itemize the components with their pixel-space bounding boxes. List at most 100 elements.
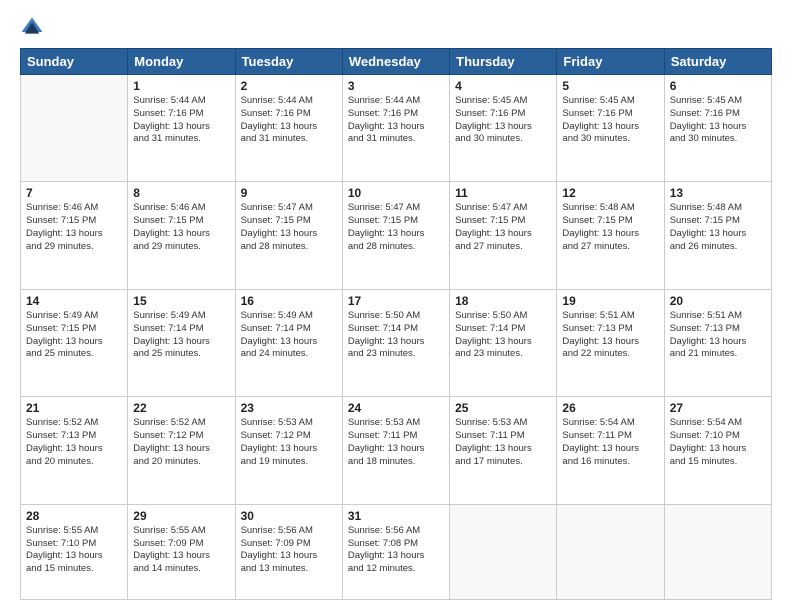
day-info: Sunrise: 5:45 AMSunset: 7:16 PMDaylight:… (562, 95, 658, 146)
day-number: 17 (348, 294, 444, 308)
calendar-cell: 23 Sunrise: 5:53 AMSunset: 7:12 PMDayligh… (235, 397, 342, 504)
day-info: Sunrise: 5:46 AMSunset: 7:15 PMDaylight:… (133, 202, 229, 253)
day-number: 27 (670, 401, 766, 415)
calendar-cell: 20 Sunrise: 5:51 AMSunset: 7:13 PMDayligh… (664, 289, 771, 396)
day-info: Sunrise: 5:48 AMSunset: 7:15 PMDaylight:… (670, 202, 766, 253)
calendar-cell (21, 75, 128, 182)
day-number: 15 (133, 294, 229, 308)
calendar-cell: 26Sunrise: 5:54 AMSunset: 7:11 PMDayligh… (557, 397, 664, 504)
calendar-cell: 29 Sunrise: 5:55 AMSunset: 7:09 PMDayligh… (128, 504, 235, 599)
calendar-day-header: Saturday (664, 49, 771, 75)
day-info: Sunrise: 5:48 AMSunset: 7:15 PMDaylight:… (562, 202, 658, 253)
day-number: 6 (670, 79, 766, 93)
calendar-cell: 21Sunrise: 5:52 AMSunset: 7:13 PMDayligh… (21, 397, 128, 504)
calendar-cell: 13 Sunrise: 5:48 AMSunset: 7:15 PMDayligh… (664, 182, 771, 289)
day-number: 5 (562, 79, 658, 93)
day-info: Sunrise: 5:55 AMSunset: 7:10 PMDaylight:… (26, 525, 122, 576)
calendar-cell: 25 Sunrise: 5:53 AMSunset: 7:11 PMDayligh… (450, 397, 557, 504)
calendar-week-row: 1 Sunrise: 5:44 AMSunset: 7:16 PMDaylight… (21, 75, 772, 182)
day-number: 18 (455, 294, 551, 308)
logo (20, 16, 48, 40)
day-number: 30 (241, 509, 337, 523)
day-info: Sunrise: 5:50 AMSunset: 7:14 PMDaylight:… (455, 310, 551, 361)
calendar-cell (557, 504, 664, 599)
calendar-cell (450, 504, 557, 599)
calendar-cell: 4 Sunrise: 5:45 AMSunset: 7:16 PMDaylight… (450, 75, 557, 182)
day-number: 19 (562, 294, 658, 308)
day-number: 22 (133, 401, 229, 415)
day-number: 14 (26, 294, 122, 308)
day-info: Sunrise: 5:49 AMSunset: 7:14 PMDaylight:… (241, 310, 337, 361)
calendar-cell: 1 Sunrise: 5:44 AMSunset: 7:16 PMDaylight… (128, 75, 235, 182)
day-number: 21 (26, 401, 122, 415)
day-number: 1 (133, 79, 229, 93)
header (20, 16, 772, 40)
calendar-cell: 9 Sunrise: 5:47 AMSunset: 7:15 PMDaylight… (235, 182, 342, 289)
day-info: Sunrise: 5:47 AMSunset: 7:15 PMDaylight:… (241, 202, 337, 253)
day-number: 13 (670, 186, 766, 200)
day-info: Sunrise: 5:49 AMSunset: 7:14 PMDaylight:… (133, 310, 229, 361)
day-info: Sunrise: 5:47 AMSunset: 7:15 PMDaylight:… (455, 202, 551, 253)
calendar-week-row: 7 Sunrise: 5:46 AMSunset: 7:15 PMDaylight… (21, 182, 772, 289)
day-number: 25 (455, 401, 551, 415)
calendar-cell: 5 Sunrise: 5:45 AMSunset: 7:16 PMDaylight… (557, 75, 664, 182)
day-number: 29 (133, 509, 229, 523)
day-number: 4 (455, 79, 551, 93)
calendar-cell: 17Sunrise: 5:50 AMSunset: 7:14 PMDayligh… (342, 289, 449, 396)
calendar-day-header: Tuesday (235, 49, 342, 75)
calendar-cell: 24Sunrise: 5:53 AMSunset: 7:11 PMDayligh… (342, 397, 449, 504)
day-number: 23 (241, 401, 337, 415)
day-number: 28 (26, 509, 122, 523)
day-info: Sunrise: 5:45 AMSunset: 7:16 PMDaylight:… (670, 95, 766, 146)
calendar-cell: 15 Sunrise: 5:49 AMSunset: 7:14 PMDayligh… (128, 289, 235, 396)
calendar-day-header: Thursday (450, 49, 557, 75)
calendar-cell: 16Sunrise: 5:49 AMSunset: 7:14 PMDayligh… (235, 289, 342, 396)
day-number: 20 (670, 294, 766, 308)
day-info: Sunrise: 5:53 AMSunset: 7:12 PMDaylight:… (241, 417, 337, 468)
day-number: 9 (241, 186, 337, 200)
calendar-cell (664, 504, 771, 599)
day-info: Sunrise: 5:52 AMSunset: 7:12 PMDaylight:… (133, 417, 229, 468)
calendar-cell: 2 Sunrise: 5:44 AMSunset: 7:16 PMDaylight… (235, 75, 342, 182)
calendar-cell: 8 Sunrise: 5:46 AMSunset: 7:15 PMDaylight… (128, 182, 235, 289)
calendar-week-row: 28 Sunrise: 5:55 AMSunset: 7:10 PMDayligh… (21, 504, 772, 599)
day-number: 2 (241, 79, 337, 93)
calendar-week-row: 21Sunrise: 5:52 AMSunset: 7:13 PMDayligh… (21, 397, 772, 504)
calendar-cell: 6 Sunrise: 5:45 AMSunset: 7:16 PMDaylight… (664, 75, 771, 182)
day-number: 7 (26, 186, 122, 200)
calendar-cell: 3Sunrise: 5:44 AMSunset: 7:16 PMDaylight… (342, 75, 449, 182)
calendar-day-header: Monday (128, 49, 235, 75)
day-info: Sunrise: 5:44 AMSunset: 7:16 PMDaylight:… (241, 95, 337, 146)
calendar-cell: 14 Sunrise: 5:49 AMSunset: 7:15 PMDayligh… (21, 289, 128, 396)
calendar-cell: 28 Sunrise: 5:55 AMSunset: 7:10 PMDayligh… (21, 504, 128, 599)
calendar-cell: 19 Sunrise: 5:51 AMSunset: 7:13 PMDayligh… (557, 289, 664, 396)
calendar-cell: 10 Sunrise: 5:47 AMSunset: 7:15 PMDayligh… (342, 182, 449, 289)
day-info: Sunrise: 5:53 AMSunset: 7:11 PMDaylight:… (455, 417, 551, 468)
calendar-header-row: SundayMondayTuesdayWednesdayThursdayFrid… (21, 49, 772, 75)
day-info: Sunrise: 5:47 AMSunset: 7:15 PMDaylight:… (348, 202, 444, 253)
day-info: Sunrise: 5:45 AMSunset: 7:16 PMDaylight:… (455, 95, 551, 146)
page: SundayMondayTuesdayWednesdayThursdayFrid… (0, 0, 792, 612)
day-number: 11 (455, 186, 551, 200)
day-info: Sunrise: 5:51 AMSunset: 7:13 PMDaylight:… (670, 310, 766, 361)
day-number: 12 (562, 186, 658, 200)
calendar-cell: 11 Sunrise: 5:47 AMSunset: 7:15 PMDayligh… (450, 182, 557, 289)
day-info: Sunrise: 5:56 AMSunset: 7:09 PMDaylight:… (241, 525, 337, 576)
day-number: 26 (562, 401, 658, 415)
day-info: Sunrise: 5:49 AMSunset: 7:15 PMDaylight:… (26, 310, 122, 361)
calendar-day-header: Wednesday (342, 49, 449, 75)
day-info: Sunrise: 5:55 AMSunset: 7:09 PMDaylight:… (133, 525, 229, 576)
day-number: 31 (348, 509, 444, 523)
day-number: 8 (133, 186, 229, 200)
calendar-day-header: Sunday (21, 49, 128, 75)
day-info: Sunrise: 5:54 AMSunset: 7:10 PMDaylight:… (670, 417, 766, 468)
day-info: Sunrise: 5:56 AMSunset: 7:08 PMDaylight:… (348, 525, 444, 576)
day-info: Sunrise: 5:44 AMSunset: 7:16 PMDaylight:… (133, 95, 229, 146)
calendar-cell: 30 Sunrise: 5:56 AMSunset: 7:09 PMDayligh… (235, 504, 342, 599)
calendar-cell: 7Sunrise: 5:46 AMSunset: 7:15 PMDaylight… (21, 182, 128, 289)
calendar: SundayMondayTuesdayWednesdayThursdayFrid… (20, 48, 772, 600)
day-number: 10 (348, 186, 444, 200)
day-info: Sunrise: 5:51 AMSunset: 7:13 PMDaylight:… (562, 310, 658, 361)
day-number: 24 (348, 401, 444, 415)
calendar-cell: 22 Sunrise: 5:52 AMSunset: 7:12 PMDayligh… (128, 397, 235, 504)
